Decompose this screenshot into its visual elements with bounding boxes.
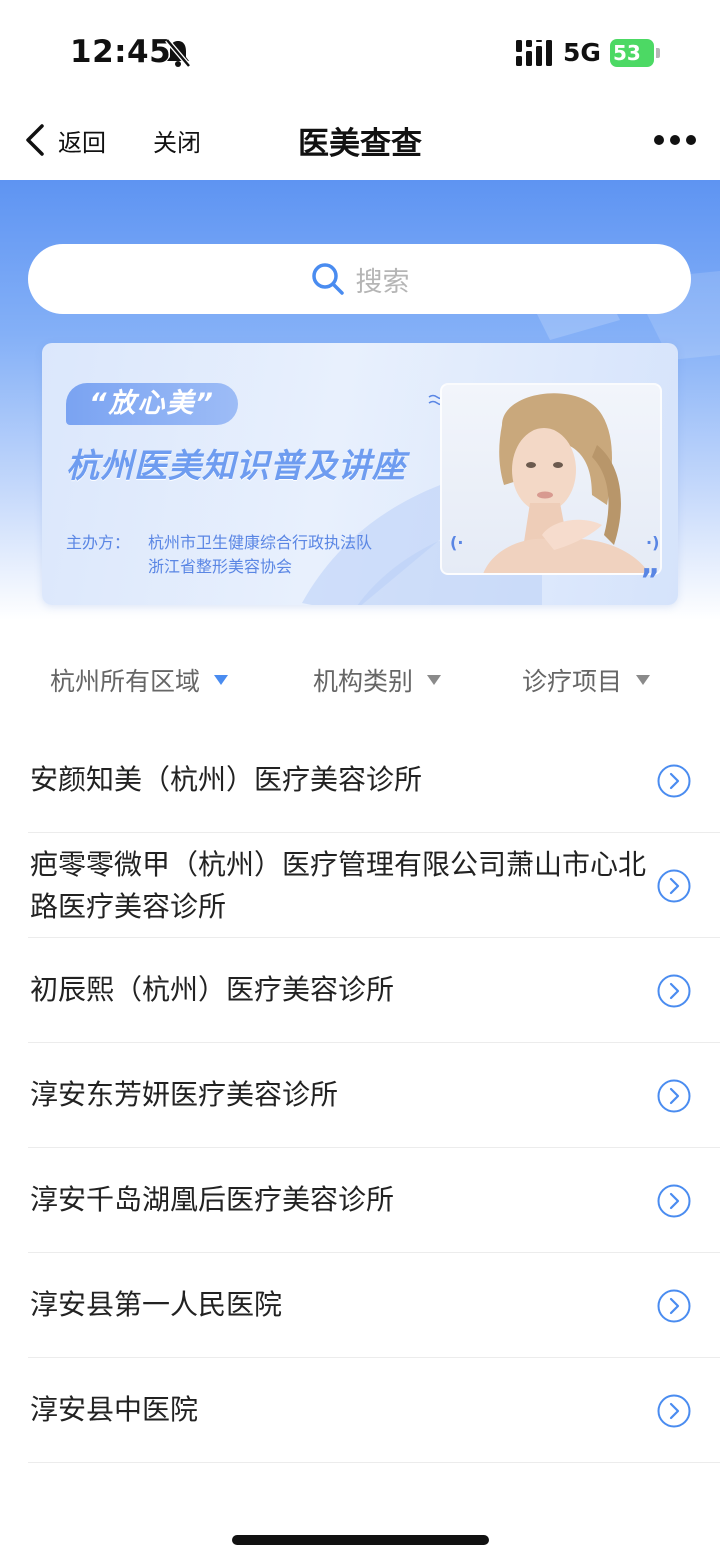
filter-category[interactable]: 机构类别	[313, 662, 442, 698]
clinic-name: 淳安东芳妍医疗美容诊所	[30, 1078, 339, 1111]
organizer-2: 浙江省整形美容协会	[148, 557, 293, 576]
battery-charging-icon: 53	[610, 39, 660, 67]
filter-treatment[interactable]: 诊疗项目	[522, 662, 651, 698]
page-title: 医美查查	[298, 126, 422, 162]
chevron-right-circle-icon	[657, 869, 691, 903]
chevron-right-circle-icon	[657, 974, 691, 1008]
organizer-1: 杭州市卫生健康综合行政执法队	[148, 533, 373, 552]
chevron-right-circle-icon	[657, 764, 691, 798]
bracket-right: ·)	[646, 533, 660, 552]
chevron-right-circle-icon	[657, 1394, 691, 1428]
status-time: 12:45	[70, 34, 172, 70]
banner-tag: “放心美”	[66, 383, 238, 425]
list-item[interactable]: 初辰熙（杭州）医疗美容诊所	[0, 938, 720, 1043]
model-portrait-image	[440, 383, 662, 575]
organizer-label: 主办方：	[66, 533, 131, 552]
chevron-right-circle-icon	[657, 1079, 691, 1113]
nav-bar: 返回 关闭 医美查查	[0, 100, 720, 180]
caret-down-icon	[427, 675, 442, 685]
filter-region[interactable]: 杭州所有区域	[50, 662, 229, 698]
lecture-banner[interactable]: “放心美” 杭州医美知识普及讲座 主办方： 杭州市卫生健康综合行政执法队 浙江省…	[42, 343, 678, 605]
clinic-name: 淳安县第一人民医院	[30, 1288, 283, 1321]
filter-label: 机构类别	[313, 667, 414, 696]
list-item[interactable]: 淳安东芳妍医疗美容诊所	[0, 1043, 720, 1148]
clinic-name: 安颜知美（杭州）医疗美容诊所	[30, 763, 423, 796]
chevron-right-circle-icon	[657, 1184, 691, 1218]
hero-area: 搜索 “放心美” 杭州医美知识普及讲座 主办方： 杭州市卫生健康综合行政执法队 …	[0, 180, 720, 620]
caret-down-icon	[636, 675, 651, 685]
home-indicator[interactable]	[232, 1535, 489, 1545]
network-label: 5G	[563, 38, 601, 67]
signal-icon	[516, 40, 552, 66]
list-item[interactable]: 淳安千岛湖凰后医疗美容诊所	[0, 1148, 720, 1253]
search-input[interactable]: 搜索	[28, 244, 691, 314]
quote-mark: ”	[640, 563, 660, 598]
clinic-name: 初辰熙（杭州）医疗美容诊所	[30, 973, 395, 1006]
status-bar: 12:45 5G 53	[0, 0, 720, 100]
list-item[interactable]: 淳安县中医院	[0, 1358, 720, 1463]
filter-bar: 杭州所有区域 机构类别 诊疗项目	[0, 640, 720, 720]
clinic-name: 淳安县中医院	[30, 1393, 199, 1426]
search-icon	[311, 263, 344, 295]
banner-tag-text: “放心美”	[89, 388, 215, 419]
banner-headline: 杭州医美知识普及讲座	[66, 446, 406, 485]
chevron-right-circle-icon	[657, 1289, 691, 1323]
clinic-name: 疤零零微甲（杭州）医疗管理有限公司萧山市心北路医疗美容诊所	[30, 848, 647, 923]
list-item[interactable]: 淳安县第一人民医院	[0, 1253, 720, 1358]
clinic-name: 淳安千岛湖凰后医疗美容诊所	[30, 1183, 395, 1216]
search-placeholder: 搜索	[355, 266, 410, 298]
list-item[interactable]: 疤零零微甲（杭州）医疗管理有限公司萧山市心北路医疗美容诊所	[0, 833, 720, 938]
more-icon[interactable]	[652, 130, 698, 150]
list-item[interactable]: 安颜知美（杭州）医疗美容诊所	[0, 728, 720, 833]
bell-slash-icon	[165, 38, 191, 68]
bracket-left: (·	[450, 533, 464, 552]
caret-down-icon	[214, 675, 229, 685]
filter-label: 杭州所有区域	[50, 667, 201, 696]
battery-level: 53	[613, 41, 641, 65]
filter-label: 诊疗项目	[522, 667, 623, 696]
